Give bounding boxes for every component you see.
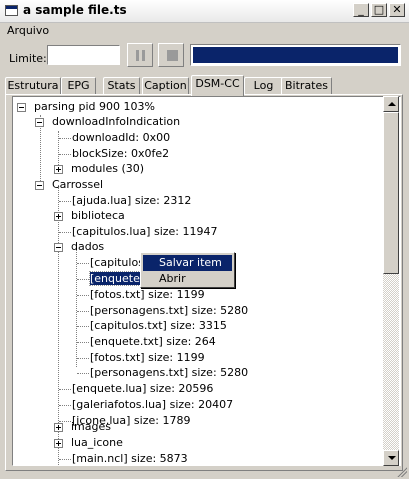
expand-icon[interactable] xyxy=(54,165,63,174)
tab-bitrates[interactable]: Bitrates xyxy=(281,77,332,94)
tree-node-carrossel[interactable]: Carrossel xyxy=(35,177,103,193)
pause-button[interactable] xyxy=(127,43,153,67)
app-window-icon xyxy=(5,5,18,16)
expand-icon[interactable] xyxy=(54,439,63,448)
tree-node-blocksize[interactable]: blockSize: 0x0fe2 xyxy=(72,146,169,162)
arrow-down-icon xyxy=(388,456,396,460)
maximize-button[interactable]: □ xyxy=(371,3,387,17)
progress-fill xyxy=(193,47,398,63)
tree-node-capitulos-lua[interactable]: [capitulos.lua] size: 11947 xyxy=(72,224,218,240)
menu-arquivo[interactable]: Arquivo xyxy=(7,24,49,37)
tree-node-downloadid[interactable]: downloadId: 0x00 xyxy=(72,130,170,146)
tree-scrollbar[interactable] xyxy=(383,96,399,466)
tree-node-downloadinfoindication[interactable]: downloadInfoIndication xyxy=(35,114,180,130)
limite-input[interactable] xyxy=(47,45,120,65)
app-window: a sample file.ts _ □ ✕ Arquivo Limite: E… xyxy=(0,0,409,479)
tab-epg[interactable]: EPG xyxy=(61,77,96,94)
tree-node-root[interactable]: parsing pid 900 103% xyxy=(17,99,155,115)
tab-caption[interactable]: Caption xyxy=(142,77,189,94)
collapse-icon[interactable] xyxy=(35,118,44,127)
stop-icon xyxy=(167,50,178,61)
scroll-up-button[interactable] xyxy=(383,96,399,112)
expand-icon[interactable] xyxy=(54,212,63,221)
tree-node-fotos-txt[interactable]: [fotos.txt] size: 1199 xyxy=(90,350,205,366)
window-title: a sample file.ts xyxy=(23,3,127,17)
tree-node-enquete-txt[interactable]: [enquete.txt] size: 264 xyxy=(90,334,216,350)
tree-node-dados[interactable]: dados xyxy=(54,239,104,255)
menu-bar: Arquivo xyxy=(0,22,409,40)
scroll-thumb[interactable] xyxy=(383,112,399,274)
stop-button[interactable] xyxy=(158,43,184,67)
tree-node-images[interactable]: images xyxy=(54,419,111,435)
progress-bar xyxy=(190,44,401,66)
collapse-icon[interactable] xyxy=(35,181,44,190)
tab-stats[interactable]: Stats xyxy=(103,77,140,94)
tree-node-biblioteca[interactable]: biblioteca xyxy=(54,208,125,224)
tab-log[interactable]: Log xyxy=(244,77,283,94)
tree-node-personagens-txt[interactable]: [personagens.txt] size: 5280 xyxy=(90,365,248,381)
collapse-icon[interactable] xyxy=(17,103,26,112)
scroll-down-button[interactable] xyxy=(383,450,399,466)
limite-label: Limite: xyxy=(9,52,47,65)
resize-grip-icon[interactable] xyxy=(396,466,407,477)
title-bar: a sample file.ts _ □ ✕ xyxy=(0,0,409,23)
tree-node-ajuda-lua[interactable]: [ajuda.lua] size: 2312 xyxy=(72,193,191,209)
tree-node-galeriafotos-lua[interactable]: [galeriafotos.lua] size: 20407 xyxy=(72,397,233,413)
menu-item-salvar-item[interactable]: Salvar item xyxy=(143,255,232,271)
tab-dsm-cc[interactable]: DSM-CC xyxy=(191,75,244,96)
tree-node-capitulos-txt[interactable]: [capitulos.txt] size: 3315 xyxy=(90,318,227,334)
expand-icon[interactable] xyxy=(54,423,63,432)
context-menu: Salvar item Abrir xyxy=(140,252,235,288)
tree-node-fotos-txt[interactable]: [fotos.txt] size: 1199 xyxy=(90,287,205,303)
tree-node-personagens-txt[interactable]: [personagens.txt] size: 5280 xyxy=(90,303,248,319)
collapse-icon[interactable] xyxy=(54,243,63,252)
menu-item-abrir[interactable]: Abrir xyxy=(143,271,232,287)
minimize-button[interactable]: _ xyxy=(353,3,369,17)
pause-icon xyxy=(136,50,146,61)
arrow-up-icon xyxy=(388,102,396,106)
tree-node-lua-icone[interactable]: lua_icone xyxy=(54,435,123,451)
close-button[interactable]: ✕ xyxy=(389,3,405,17)
tree-node-main-ncl[interactable]: [main.ncl] size: 5873 xyxy=(72,451,188,465)
tab-estrutura[interactable]: Estrutura xyxy=(5,77,61,94)
tree-node-enquete-lua[interactable]: [enquete.lua] size: 20596 xyxy=(72,381,213,397)
tree-node-modules[interactable]: modules (30) xyxy=(54,161,144,177)
